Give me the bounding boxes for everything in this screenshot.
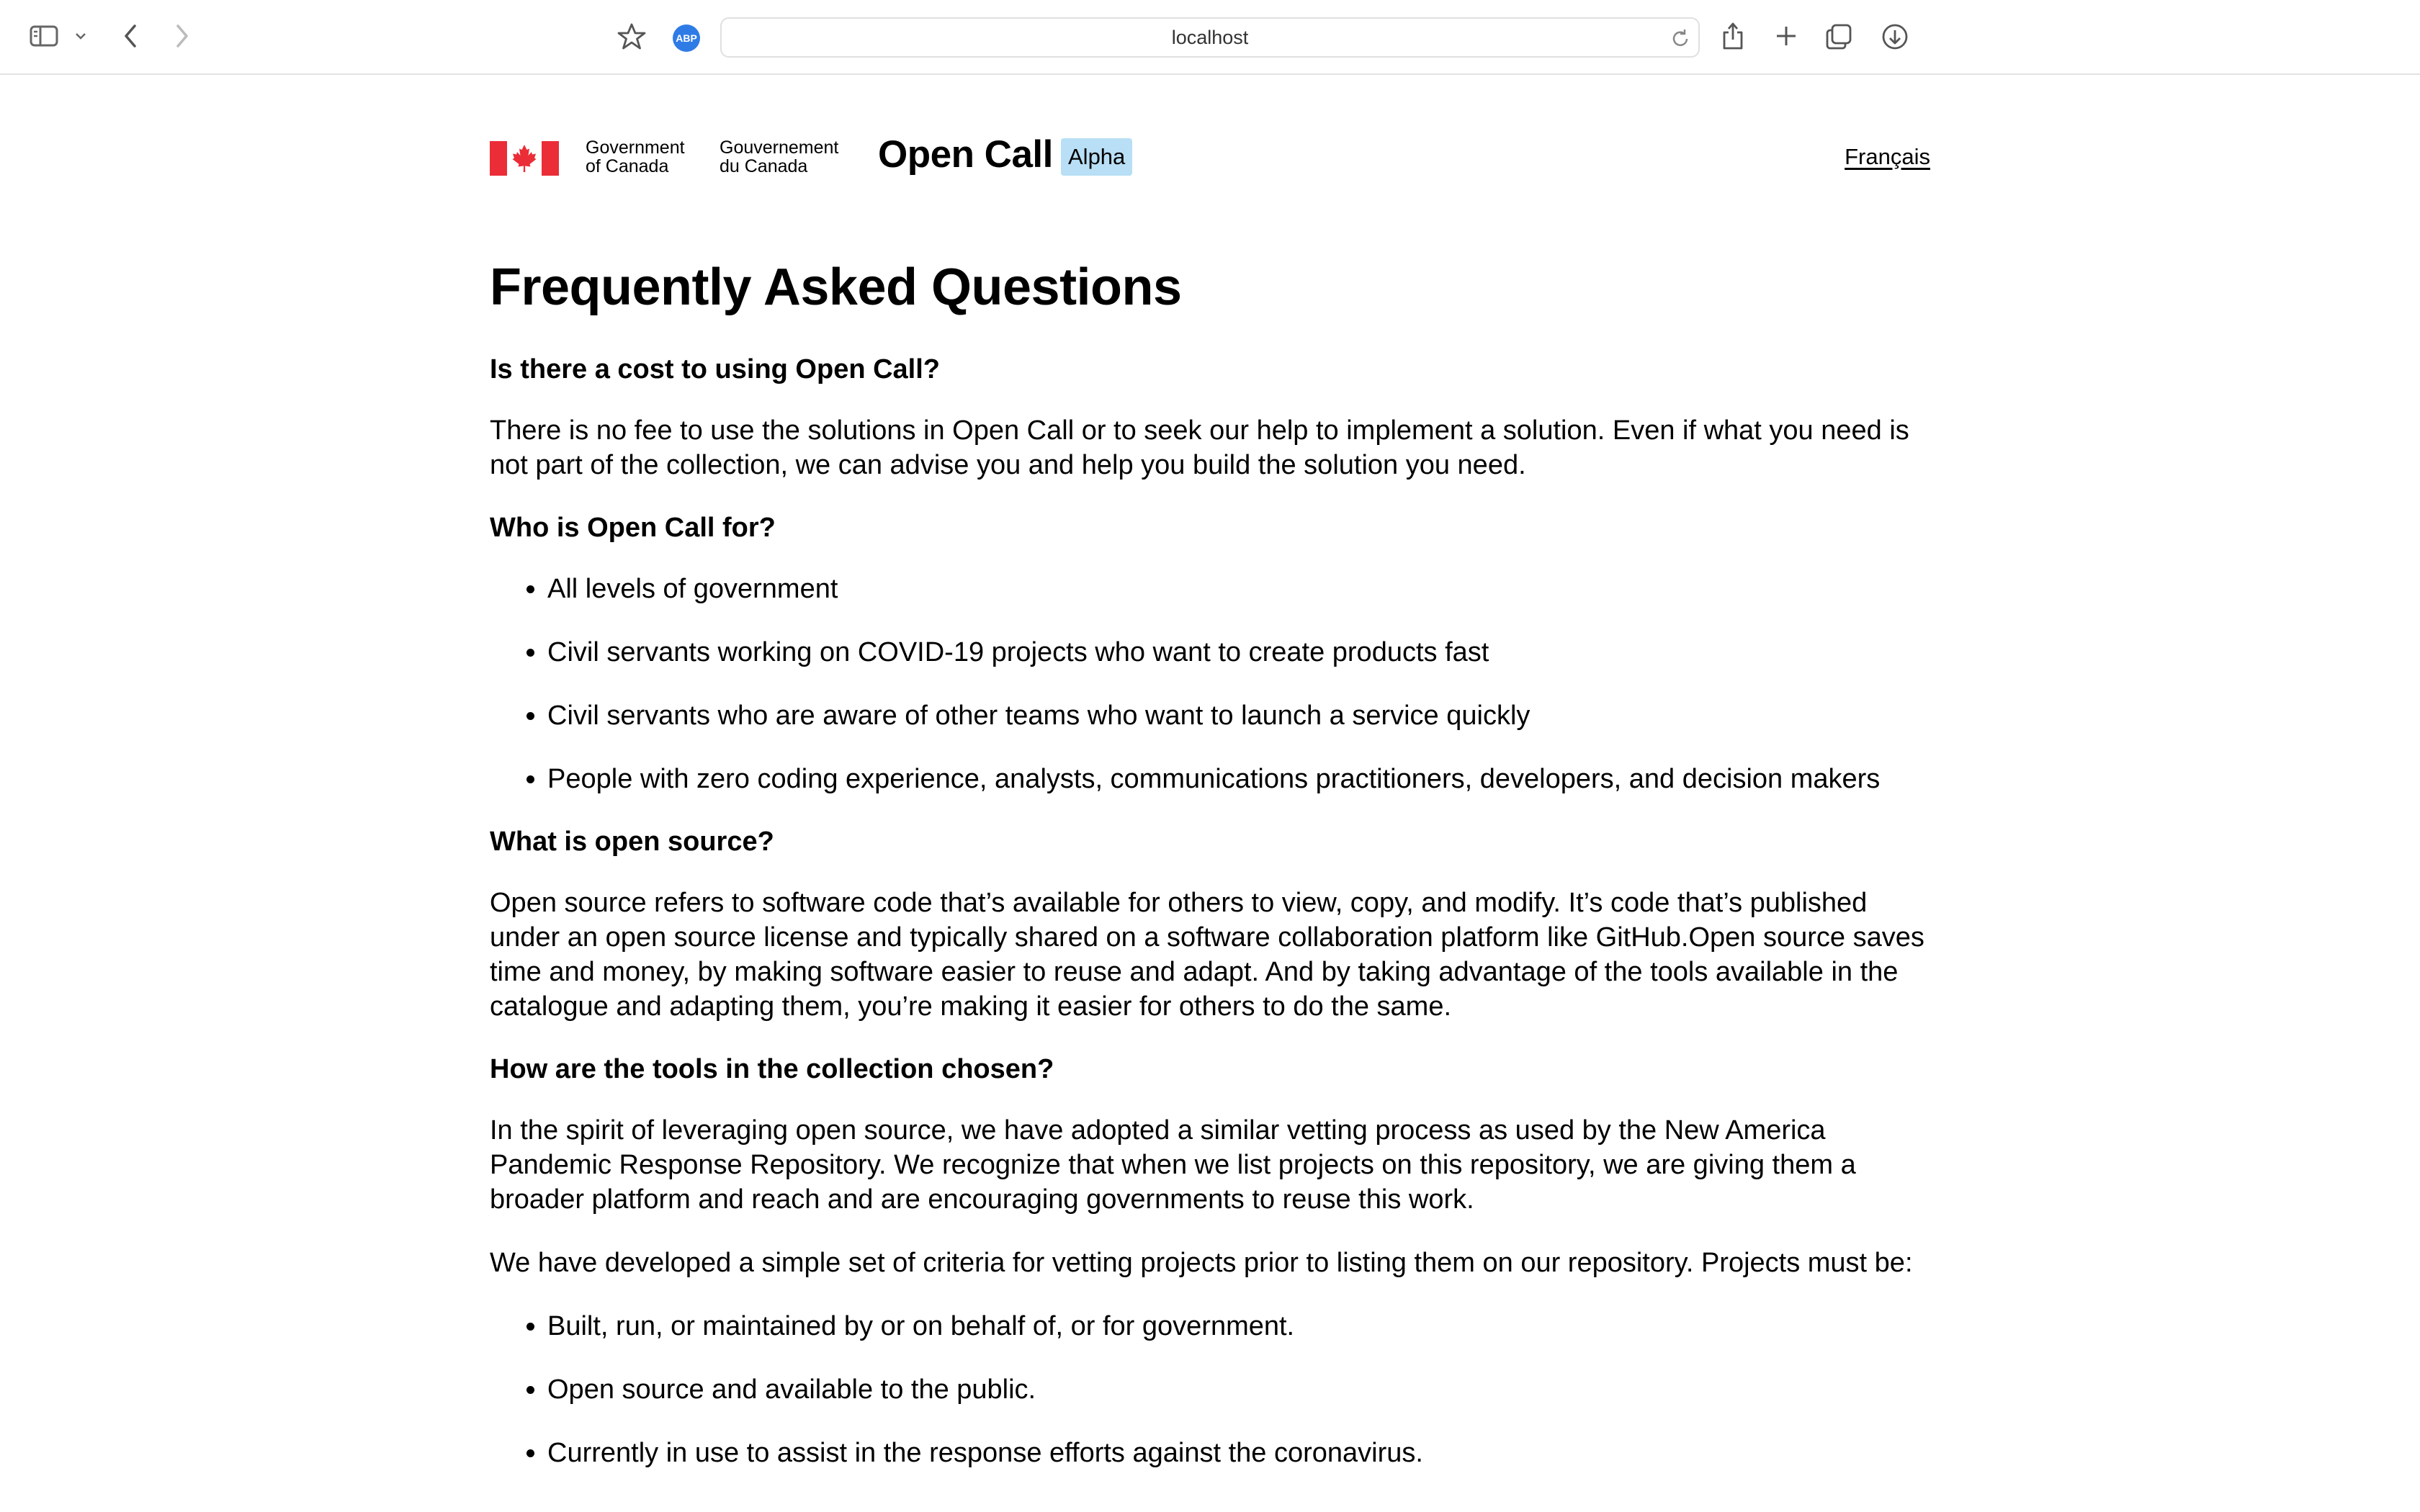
- list-item: Civil servants working on COVID-19 proje…: [547, 635, 1930, 670]
- list-item: People with zero coding experience, anal…: [547, 762, 1930, 796]
- adblock-extension-icon[interactable]: ABP: [673, 24, 700, 52]
- faq-content: Frequently Asked Questions Is there a co…: [490, 255, 1930, 1499]
- bookmark-star-icon[interactable]: [617, 22, 647, 52]
- new-tab-plus-icon[interactable]: [1772, 22, 1801, 50]
- faq-question: What is open source?: [490, 827, 774, 857]
- share-icon[interactable]: [1718, 20, 1747, 52]
- fip-en-line2: of Canada: [586, 156, 669, 176]
- chevron-down-icon[interactable]: [72, 29, 89, 43]
- tab-overview-icon[interactable]: [1824, 22, 1854, 52]
- forward-arrow-icon[interactable]: [171, 22, 193, 50]
- language-toggle-link[interactable]: Français: [1845, 144, 1930, 170]
- url-text[interactable]: localhost: [722, 19, 1698, 56]
- faq-answer: Open source refers to software code that…: [490, 888, 1924, 1022]
- list-item: Built, run, or maintained by or on behal…: [547, 1309, 1930, 1344]
- site-title[interactable]: Open Call: [878, 132, 1053, 177]
- audience-list: All levels of government Civil servants …: [490, 572, 1930, 796]
- faq-answer: In the spirit of leveraging open source,…: [490, 1115, 1856, 1215]
- list-item: Currently in use to assist in the respon…: [547, 1436, 1930, 1470]
- reload-icon[interactable]: [1670, 28, 1691, 50]
- faq-question: How are the tools in the collection chos…: [490, 1054, 1054, 1084]
- faq-answer: We have developed a simple set of criter…: [490, 1248, 1913, 1278]
- gouvernement-du-canada-wordmark: Gouvernement du Canada: [720, 138, 838, 176]
- browser-toolbar: ABP localhost: [0, 0, 2420, 75]
- downloads-icon[interactable]: [1880, 22, 1910, 52]
- list-item: Civil servants who are aware of other te…: [547, 698, 1930, 733]
- faq-question: Is there a cost to using Open Call?: [490, 354, 940, 384]
- fip-en-line1: Government: [586, 138, 685, 158]
- sidebar-toggle-icon[interactable]: [29, 23, 59, 49]
- list-item: All levels of government: [547, 572, 1930, 606]
- back-arrow-icon[interactable]: [120, 22, 141, 50]
- list-item: Open source and available to the public.: [547, 1372, 1930, 1407]
- faq-question: Who is Open Call for?: [490, 513, 776, 543]
- canada-flag-icon: [490, 141, 559, 176]
- fip-fr-line1: Gouvernement: [720, 138, 839, 158]
- government-of-canada-wordmark: Government of Canada: [586, 138, 685, 176]
- address-bar[interactable]: localhost: [720, 17, 1700, 58]
- faq-answer: There is no fee to use the solutions in …: [490, 415, 1909, 480]
- fip-fr-line2: du Canada: [720, 156, 808, 176]
- criteria-list: Built, run, or maintained by or on behal…: [490, 1309, 1930, 1470]
- alpha-badge: Alpha: [1061, 138, 1133, 176]
- page-title: Frequently Asked Questions: [490, 258, 1182, 316]
